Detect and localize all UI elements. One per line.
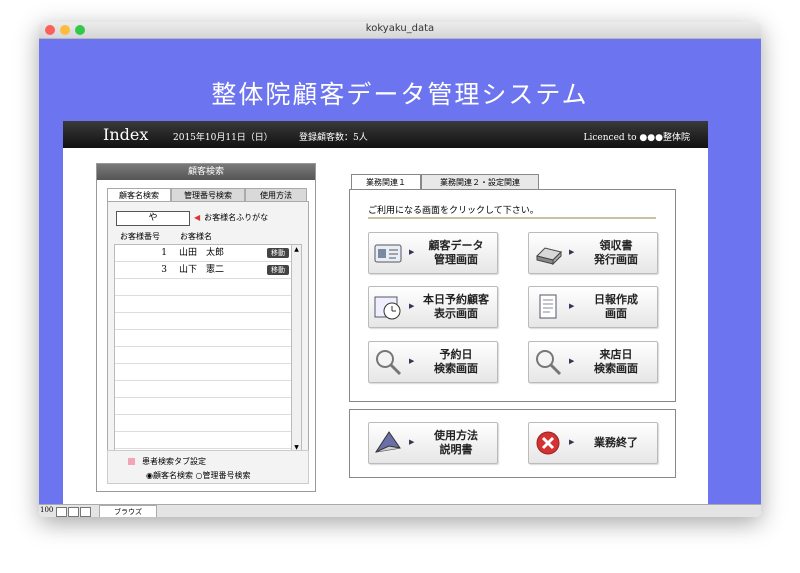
list-scrollbar[interactable]: ▲ ▼ <box>291 245 301 453</box>
tab-number-search[interactable]: 管理番号検索 <box>171 188 245 202</box>
pink-square-icon <box>128 458 135 465</box>
divider <box>368 217 656 219</box>
list-item <box>115 279 291 296</box>
header-bar: Index 2015年10月11日（日） 登録顧客数：5人 Licenced t… <box>63 121 708 148</box>
tab-business-1[interactable]: 業務関連１ <box>351 174 421 190</box>
list-item <box>115 364 291 381</box>
list-item[interactable]: 1 山田 太郎 移動 <box>115 245 291 262</box>
list-item <box>115 313 291 330</box>
title-bar: kokyaku_data <box>39 22 761 39</box>
zoom-in-button[interactable] <box>68 507 79 517</box>
arrow-right-icon: ▶ <box>409 438 415 446</box>
tab-business-2-settings[interactable]: 業務関連２・設定関連 <box>421 174 539 190</box>
button-label: 日報作成 画面 <box>594 293 638 320</box>
list-item <box>115 415 291 432</box>
row-number: 1 <box>161 248 167 258</box>
row-name: 山下 憲二 <box>179 265 225 275</box>
search-hint-label: お客様名ふりがな <box>204 213 269 222</box>
utility-panel: ▶ 使用方法 説明書 ▶ 業務終了 <box>349 409 676 478</box>
tab-usage[interactable]: 使用方法 <box>245 188 307 202</box>
search-panel-title: 顧客検索 <box>97 164 315 180</box>
customer-count: 登録顧客数：5人 <box>299 133 368 143</box>
printer-icon <box>536 247 562 266</box>
customer-search-panel: 顧客検索 顧客名検索 管理番号検索 使用方法 や ◀ お客様名ふりがな お客様番号… <box>96 163 316 492</box>
row-number: 3 <box>161 265 167 275</box>
kana-search-input[interactable]: や <box>116 211 190 226</box>
licence-text: Licenced to ●●●整体院 <box>583 133 690 143</box>
today-reservations-button[interactable]: ▶ 本日予約顧客 表示画面 <box>368 286 498 328</box>
arrow-right-icon: ▶ <box>569 438 575 446</box>
search-tab-body: や ◀ お客様名ふりがな お客様番号 お客様名 1 山田 太郎 移動 3 山下 憲… <box>107 201 309 473</box>
list-item[interactable]: 3 山下 憲二 移動 <box>115 262 291 279</box>
left-arrow-icon: ◀ <box>194 213 201 222</box>
receipt-button[interactable]: ▶ 領収書 発行画面 <box>528 232 658 274</box>
current-date: 2015年10月11日（日） <box>173 133 273 143</box>
reservation-date-search-button[interactable]: ▶ 予約日 検索画面 <box>368 341 498 383</box>
window-title: kokyaku_data <box>365 23 435 34</box>
list-item <box>115 330 291 347</box>
main-panel: Index 2015年10月11日（日） 登録顧客数：5人 Licenced t… <box>63 121 708 507</box>
list-item <box>115 296 291 313</box>
visit-date-search-button[interactable]: ▶ 来店日 検索画面 <box>528 341 658 383</box>
document-icon <box>539 294 557 319</box>
app-window: kokyaku_data 整体院顧客データ管理システム Index 2015年1… <box>39 22 761 517</box>
col-header-number: お客様番号 <box>120 232 160 241</box>
close-icon <box>536 431 560 455</box>
search-tab-setting: 患者検索タブ設定 ◉顧客名検索 ○管理番号検索 <box>107 450 309 484</box>
arrow-right-icon: ▶ <box>409 357 415 365</box>
button-label: 予約日 検索画面 <box>434 348 478 375</box>
arrow-right-icon: ▶ <box>409 248 415 256</box>
button-label: 領収書 発行画面 <box>594 239 638 266</box>
clock-calendar-icon <box>374 296 401 320</box>
arrow-right-icon: ▶ <box>409 302 415 310</box>
list-item <box>115 432 291 449</box>
move-button[interactable]: 移動 <box>267 248 289 258</box>
search-tabs: 顧客名検索 管理番号検索 使用方法 <box>107 188 307 202</box>
mode-indicator[interactable]: ブラウズ <box>99 505 157 517</box>
list-item <box>115 347 291 364</box>
customer-list: 1 山田 太郎 移動 3 山下 憲二 移動 ▲ ▼ <box>114 244 302 454</box>
daily-report-button[interactable]: ▶ 日報作成 画面 <box>528 286 658 328</box>
magnifier-icon <box>376 350 402 376</box>
search-hint: ◀ お客様名ふりがな <box>194 212 268 223</box>
zoom-level[interactable]: 100 <box>40 506 53 514</box>
tab-name-search[interactable]: 顧客名検索 <box>107 188 171 202</box>
manual-button[interactable]: ▶ 使用方法 説明書 <box>368 422 498 464</box>
business-menu-panel: ご利用になる画面をクリックして下さい。 ▶ 顧客データ 管理画面 ▶ 領収書 発… <box>349 189 676 402</box>
list-item <box>115 381 291 398</box>
zoom-out-button[interactable] <box>56 507 67 517</box>
scroll-up-icon[interactable]: ▲ <box>292 245 301 255</box>
button-label: 来店日 検索画面 <box>594 348 638 375</box>
index-label: Index <box>103 125 149 144</box>
id-card-icon <box>374 244 402 263</box>
button-label: 業務終了 <box>594 436 638 449</box>
move-button[interactable]: 移動 <box>267 265 289 275</box>
status-bar: 100 ブラウズ <box>39 504 761 517</box>
exit-button[interactable]: ▶ 業務終了 <box>528 422 658 464</box>
customer-data-button[interactable]: ▶ 顧客データ 管理画面 <box>368 232 498 274</box>
arrow-right-icon: ▶ <box>569 357 575 365</box>
magnifier-icon <box>536 350 562 376</box>
arrow-right-icon: ▶ <box>569 248 575 256</box>
toolbar-toggle-button[interactable] <box>80 507 91 517</box>
button-label: 使用方法 説明書 <box>434 429 478 456</box>
book-icon <box>374 431 401 453</box>
arrow-right-icon: ▶ <box>569 302 575 310</box>
list-item <box>115 398 291 415</box>
instruction-text: ご利用になる画面をクリックして下さい。 <box>368 206 539 216</box>
button-label: 本日予約顧客 表示画面 <box>423 293 489 320</box>
setting-radio-group[interactable]: ◉顧客名検索 ○管理番号検索 <box>146 470 251 481</box>
app-title: 整体院顧客データ管理システム <box>211 80 589 109</box>
col-header-name: お客様名 <box>180 232 212 241</box>
button-label: 顧客データ 管理画面 <box>428 239 484 266</box>
setting-title: 患者検索タブ設定 <box>142 457 206 466</box>
row-name: 山田 太郎 <box>179 248 225 258</box>
layout-stage: 整体院顧客データ管理システム Index 2015年10月11日（日） 登録顧客… <box>39 39 761 507</box>
